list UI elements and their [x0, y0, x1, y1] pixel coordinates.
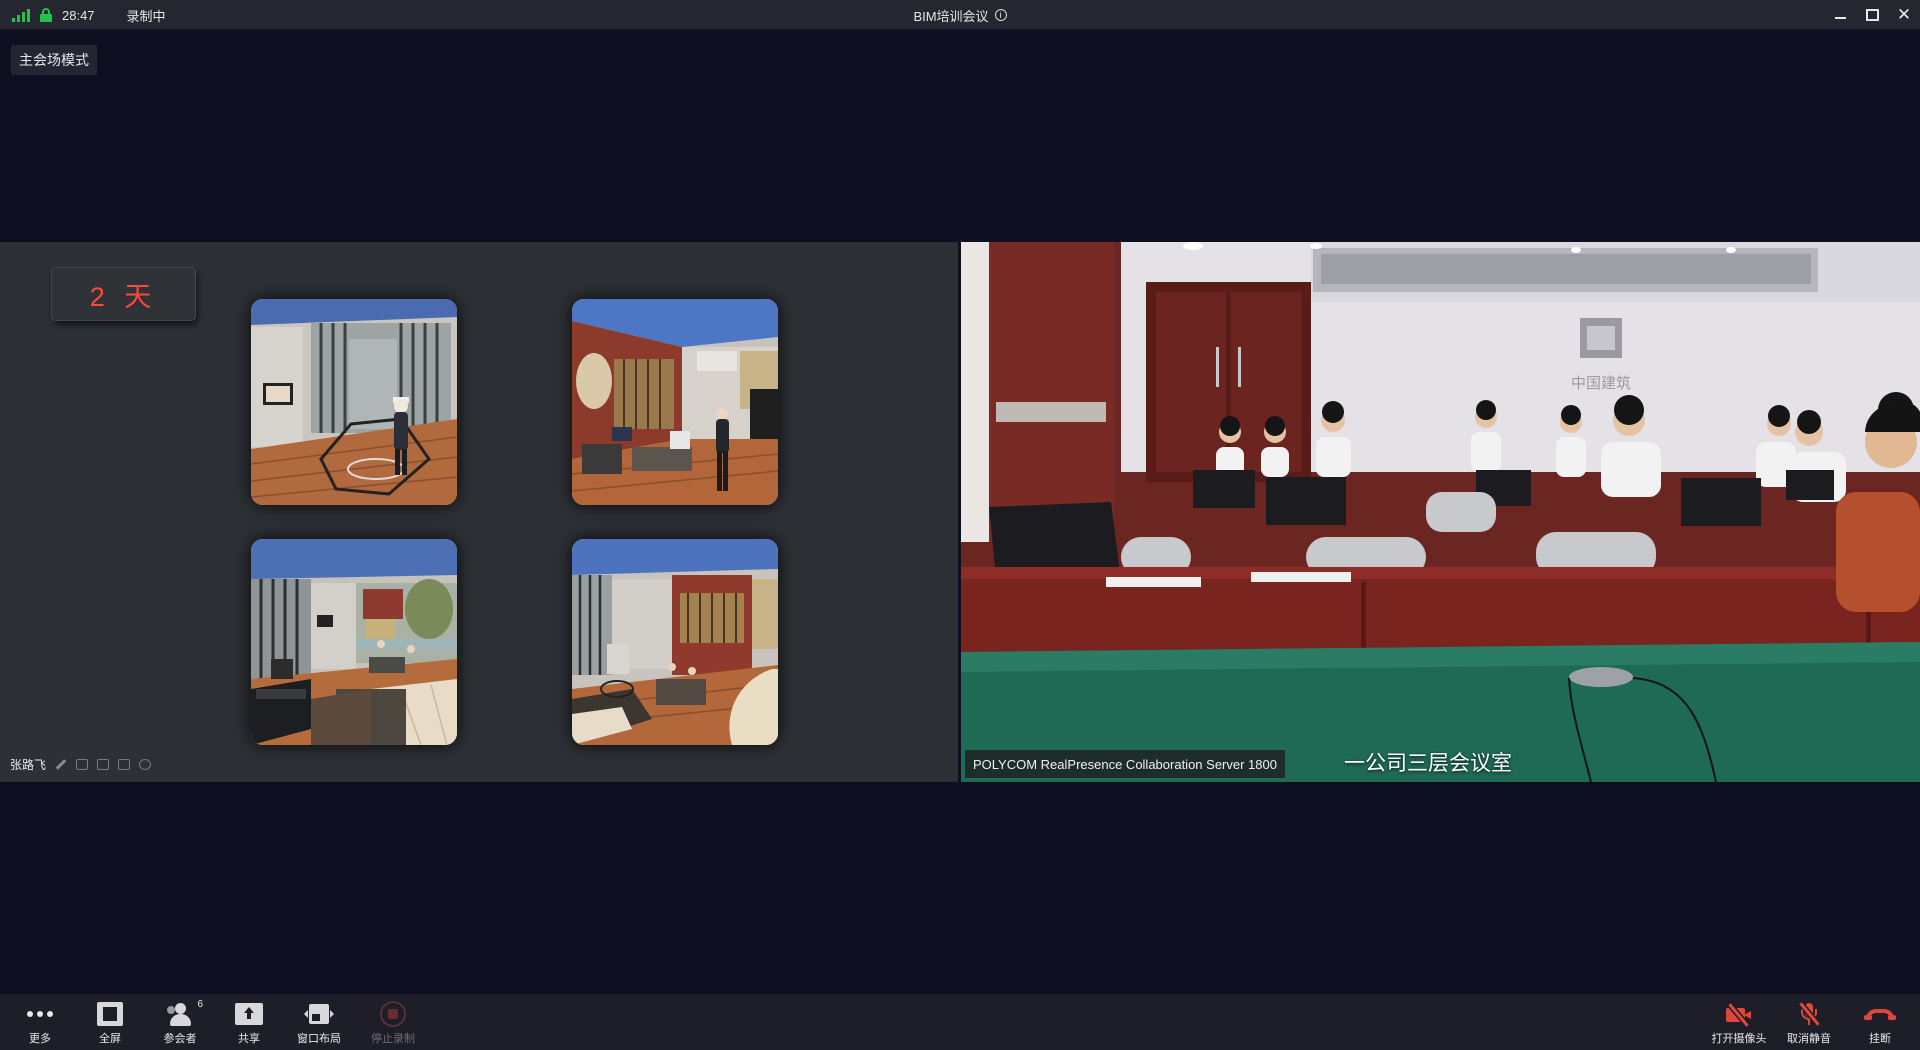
slide-image-2	[572, 299, 778, 505]
video-icon[interactable]	[97, 758, 110, 770]
participants-count: 6	[197, 999, 203, 1010]
speaker-bar: 张路飞	[10, 756, 152, 772]
render-image-3	[251, 539, 457, 745]
camera-button[interactable]: 打开摄像头	[1704, 994, 1774, 1050]
hangup-label: 挂断	[1869, 1033, 1891, 1045]
close-icon: ✕	[1896, 5, 1912, 24]
stop-record-label: 停止录制	[371, 1033, 415, 1045]
participants-label: 参会者	[163, 1033, 197, 1045]
unmute-button[interactable]: 取消静音	[1774, 994, 1844, 1050]
fit-icon[interactable]	[76, 758, 89, 770]
bottom-toolbar: 更多 全屏 6 参会者 共享 窗口布局 停止录制 打开摄像头 取消静音 挂断	[0, 994, 1920, 1050]
window-controls: ✕	[1824, 0, 1920, 30]
stop-record-button[interactable]: 停止录制	[358, 994, 428, 1050]
participants-icon: 6	[165, 999, 203, 1026]
render-image-2	[572, 299, 778, 505]
render-image-4	[572, 539, 778, 745]
record-stop-icon	[380, 1001, 406, 1027]
share-icon	[235, 1003, 263, 1025]
fullscreen-button[interactable]: 全屏	[75, 994, 145, 1050]
minimize-icon	[1834, 17, 1846, 19]
slide-image-3	[251, 539, 457, 745]
day-label: 2 天	[52, 268, 195, 320]
more-label: 更多	[29, 1033, 51, 1045]
window-layout-icon	[304, 1003, 334, 1025]
speaker-name: 张路飞	[10, 757, 47, 772]
video-tile-conference-room[interactable]: 中国建筑 POLYCOM RealPresence Collaboration …	[961, 242, 1920, 782]
meeting-title: BIM培训会议	[913, 8, 989, 24]
conference-room-video: 中国建筑	[961, 242, 1920, 782]
window-title-area: BIM培训会议 i	[0, 0, 1920, 30]
more-options-icon[interactable]	[139, 758, 152, 770]
more-button[interactable]: 更多	[5, 994, 75, 1050]
more-dots-icon	[27, 1011, 53, 1017]
share-label: 共享	[238, 1033, 260, 1045]
minimize-button[interactable]	[1824, 0, 1856, 30]
wall-logo-text: 中国建筑	[1571, 375, 1631, 392]
restore-button[interactable]	[1856, 0, 1888, 30]
render-image-1	[251, 299, 457, 505]
share-button[interactable]: 共享	[214, 994, 284, 1050]
camera-off-icon	[1724, 1003, 1754, 1027]
video-tile-shared-content[interactable]: 2 天 张路飞	[0, 242, 958, 782]
layout-label: 窗口布局	[297, 1033, 341, 1045]
hangup-icon	[1864, 1007, 1896, 1021]
slide-image-1	[251, 299, 457, 505]
snapshot-icon[interactable]	[118, 758, 131, 770]
room-name: 一公司三层会议室	[1344, 752, 1512, 775]
video-source-label: POLYCOM RealPresence Collaboration Serve…	[965, 750, 1285, 778]
layout-button[interactable]: 窗口布局	[284, 994, 354, 1050]
camera-label: 打开摄像头	[1711, 1033, 1767, 1045]
annotate-icon[interactable]	[55, 758, 67, 770]
mode-badge[interactable]: 主会场模式	[11, 45, 97, 75]
title-bar: 28:47 录制中 BIM培训会议 i ✕	[0, 0, 1920, 30]
fullscreen-icon	[97, 1002, 123, 1026]
close-button[interactable]: ✕	[1888, 0, 1920, 30]
participants-button[interactable]: 6 参会者	[145, 994, 215, 1050]
mic-muted-icon	[1796, 1001, 1822, 1027]
restore-icon	[1865, 9, 1879, 21]
hangup-button[interactable]: 挂断	[1845, 994, 1915, 1050]
info-icon[interactable]: i	[994, 9, 1007, 21]
fullscreen-label: 全屏	[99, 1033, 121, 1045]
slide-image-4	[572, 539, 778, 745]
unmute-label: 取消静音	[1787, 1033, 1831, 1045]
